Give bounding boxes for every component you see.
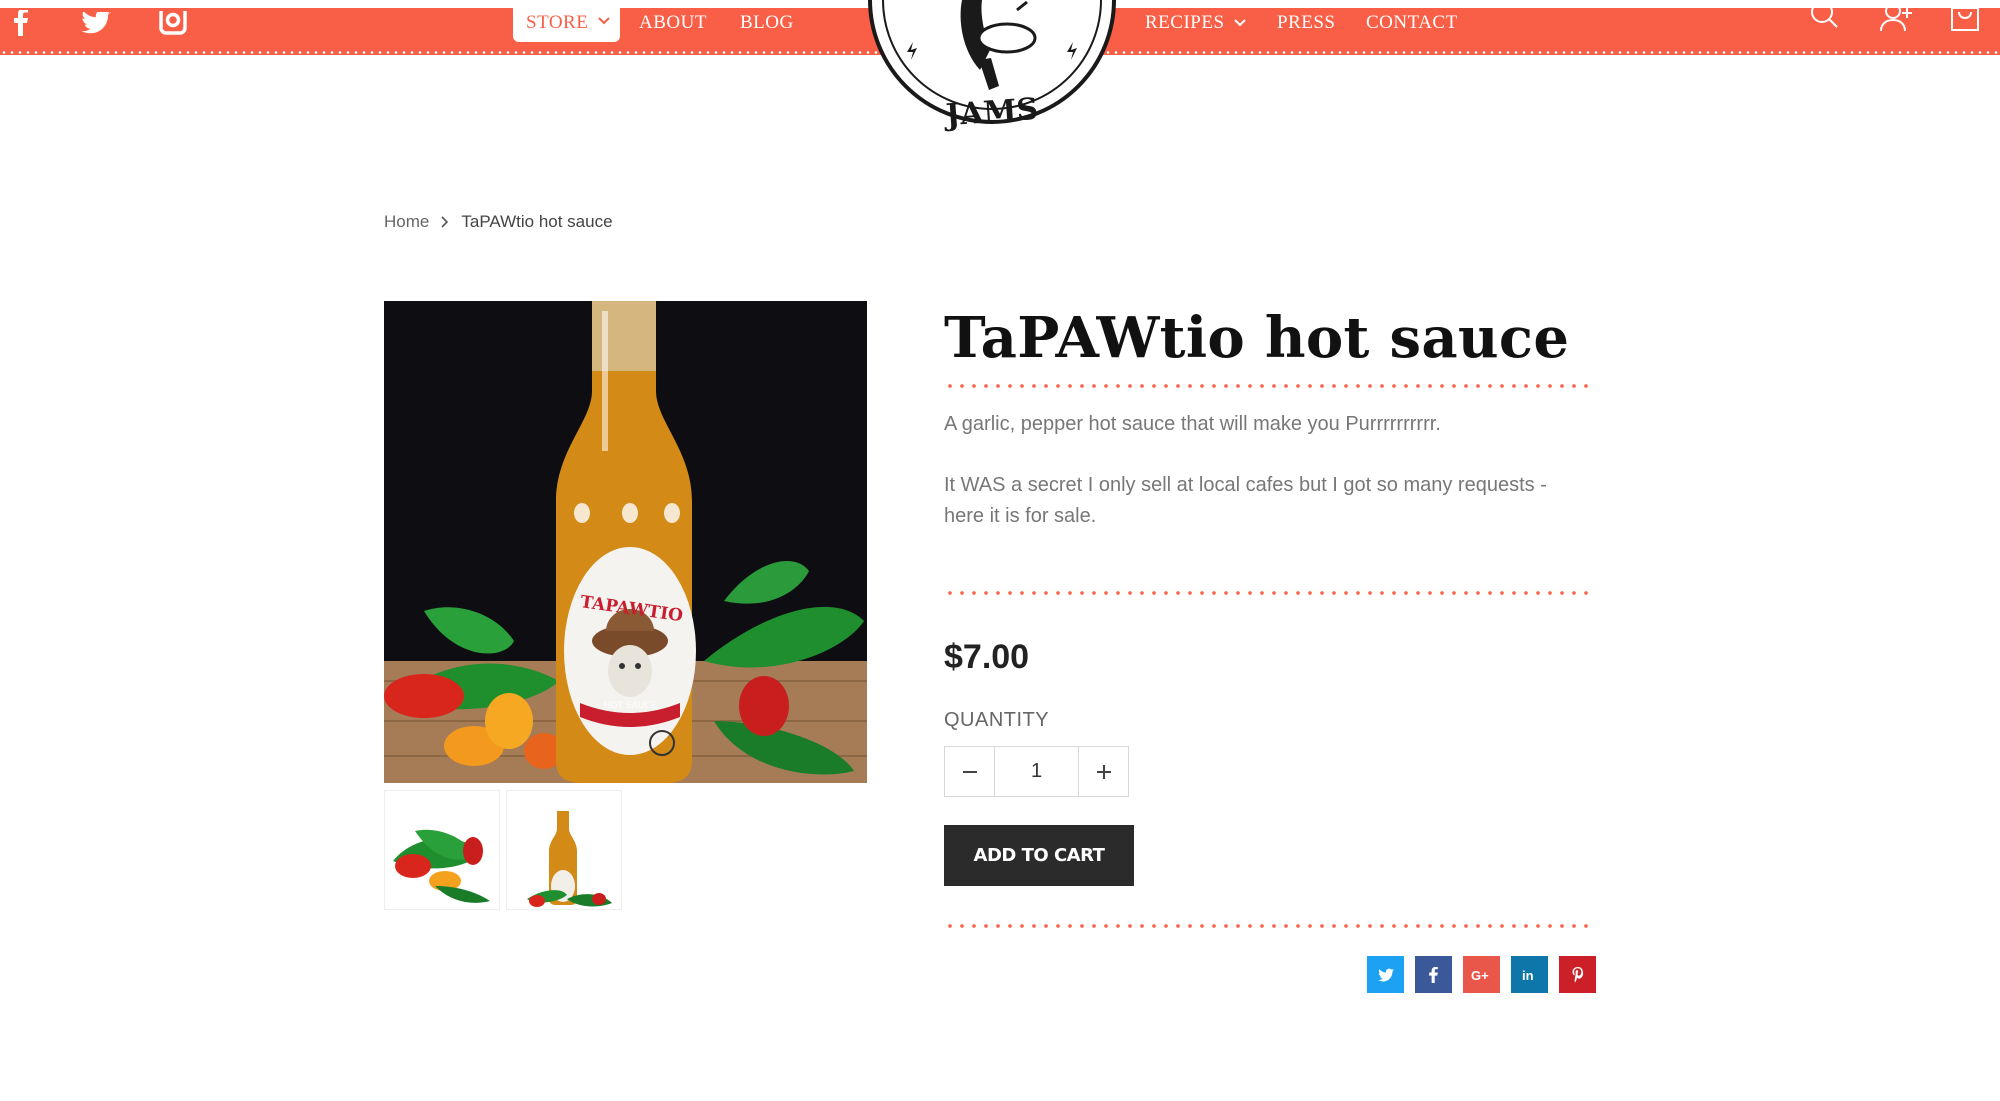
bottle-label-banner: HOT SAUCE xyxy=(603,701,657,711)
nav-press[interactable]: PRESS xyxy=(1277,12,1335,34)
divider-dotted xyxy=(944,384,1594,388)
pinterest-icon xyxy=(1572,966,1583,982)
twitter-nav-icon[interactable] xyxy=(80,8,112,38)
nav-recipes-label: RECIPES xyxy=(1145,12,1225,33)
linkedin-icon: in xyxy=(1522,968,1534,982)
product-thumbnail-peppers[interactable] xyxy=(384,790,500,910)
nav-store-label: STORE xyxy=(526,12,589,33)
breadcrumb-current: TaPAWtio hot sauce xyxy=(461,212,613,231)
facebook-icon xyxy=(1429,966,1438,983)
breadcrumb-home[interactable]: Home xyxy=(384,212,429,232)
svg-text:G+: G+ xyxy=(1471,968,1489,982)
search-icon[interactable] xyxy=(1810,0,1840,35)
product-description-1: A garlic, pepper hot sauce that will mak… xyxy=(944,413,1441,435)
instagram-nav-icon[interactable] xyxy=(158,8,188,38)
linkedin-share-button[interactable]: in xyxy=(1511,956,1548,993)
product-title: TaPAWtio hot sauce xyxy=(944,305,1570,371)
twitter-icon xyxy=(1377,968,1394,981)
nav-store[interactable]: STORE xyxy=(513,8,620,42)
quantity-stepper xyxy=(944,746,1129,797)
site-logo[interactable]: JAMS xyxy=(867,0,1117,165)
quantity-label: QUANTITY xyxy=(944,709,1050,731)
product-description-2: It WAS a secret I only sell at local caf… xyxy=(944,474,1547,527)
google-plus-icon: G+ xyxy=(1471,968,1489,982)
product-price: $7.00 xyxy=(944,638,1030,676)
product-thumbnail-bottle[interactable] xyxy=(506,790,622,910)
quantity-decrease-button[interactable] xyxy=(945,747,995,796)
nav-contact[interactable]: CONTACT xyxy=(1366,12,1458,34)
nav-recipes[interactable]: RECIPES xyxy=(1145,12,1246,34)
account-add-icon[interactable] xyxy=(1880,0,1914,37)
nav-about[interactable]: ABOUT xyxy=(639,12,707,34)
minus-icon xyxy=(962,770,977,773)
divider-dotted xyxy=(944,924,1594,928)
product-main-image[interactable]: TAPAWTIO HOT SAUCE xyxy=(384,301,867,783)
chevron-right-icon xyxy=(441,216,449,228)
google-plus-share-button[interactable]: G+ xyxy=(1463,956,1500,993)
svg-text:in: in xyxy=(1522,968,1534,982)
chevron-down-icon xyxy=(598,17,610,25)
facebook-nav-icon[interactable] xyxy=(10,8,32,38)
quantity-input[interactable] xyxy=(995,747,1078,796)
chevron-down-icon xyxy=(1234,19,1246,27)
cart-icon[interactable] xyxy=(1950,0,1980,37)
add-to-cart-button[interactable]: ADD TO CART xyxy=(944,825,1134,886)
nav-blog[interactable]: BLOG xyxy=(740,12,794,34)
twitter-share-button[interactable] xyxy=(1367,956,1404,993)
breadcrumb: Home TaPAWtio hot sauce xyxy=(384,212,613,232)
facebook-share-button[interactable] xyxy=(1415,956,1452,993)
divider-dotted xyxy=(944,591,1594,595)
quantity-increase-button[interactable] xyxy=(1078,747,1128,796)
plus-icon xyxy=(1096,764,1111,779)
pinterest-share-button[interactable] xyxy=(1559,956,1596,993)
